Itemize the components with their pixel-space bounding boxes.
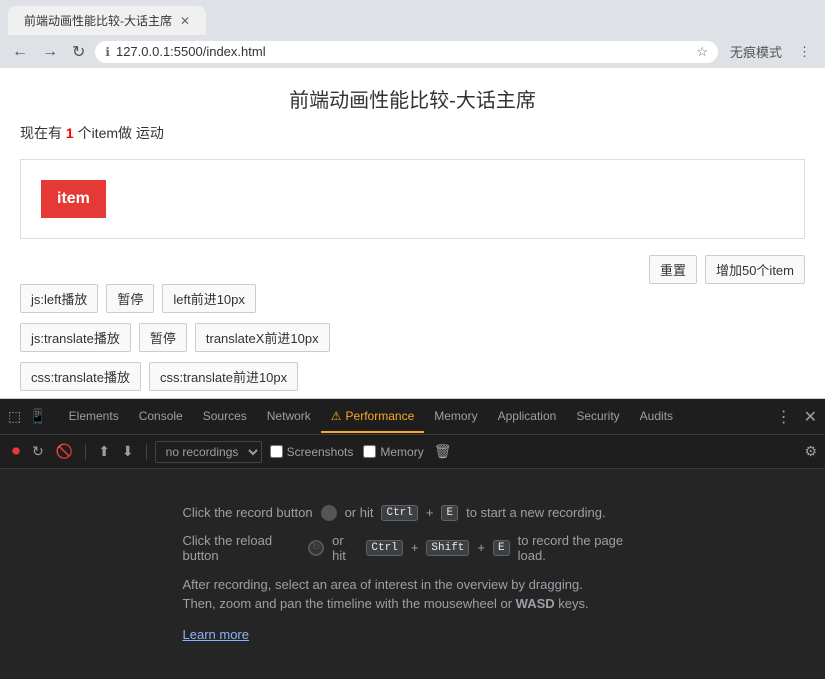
add-50-button[interactable]: 增加50个item bbox=[705, 255, 805, 284]
status-prefix: 现在有 bbox=[20, 125, 66, 141]
reload-circle-icon: ↻ bbox=[308, 540, 324, 556]
toolbar-separator bbox=[85, 444, 86, 460]
devtools-panel: ⬚ 📱 Elements Console Sources Network ⚠Pe… bbox=[0, 398, 825, 679]
browser-tab[interactable]: 前端动画性能比较-大话主席 ✕ bbox=[8, 6, 206, 35]
trash-button[interactable]: 🗑 bbox=[434, 443, 452, 460]
instruction-line-2: Click the reload button ↻ or hit Ctrl + … bbox=[183, 533, 643, 563]
js-translate-play-button[interactable]: js:translate播放 bbox=[20, 323, 131, 352]
ctrl-key2: Ctrl bbox=[366, 540, 402, 556]
item-container: item bbox=[20, 159, 805, 239]
screenshots-checkbox[interactable] bbox=[270, 445, 283, 458]
lock-icon: ℹ bbox=[105, 45, 110, 59]
performance-instructions: Click the record button or hit Ctrl + E … bbox=[163, 485, 663, 664]
browser-chrome: 前端动画性能比较-大话主席 ✕ ← → ↻ ℹ ☆ 无痕模式 ⋮ bbox=[0, 0, 825, 68]
reload-record-button[interactable]: ↻ bbox=[28, 440, 48, 463]
address-bar: ℹ ☆ bbox=[95, 41, 718, 63]
instruction-2-prefix: Click the reload button bbox=[183, 533, 301, 563]
devtools-mobile-toggle[interactable]: 📱 bbox=[25, 406, 50, 427]
back-button[interactable]: ← bbox=[8, 41, 32, 63]
content-area: 现在有 1 个item做 运动 item 重置 增加50个item js:lef… bbox=[0, 123, 825, 398]
shift-key: Shift bbox=[426, 540, 469, 556]
settings-button[interactable]: ⚙ bbox=[804, 443, 817, 460]
page-title: 前端动画性能比较-大话主席 bbox=[0, 68, 825, 123]
js-translate-row: js:translate播放 暂停 translateX前进10px bbox=[20, 323, 805, 352]
instruction-1-or: or hit bbox=[345, 505, 374, 520]
performance-main: Click the record button or hit Ctrl + E … bbox=[0, 469, 825, 679]
js-left-play-button[interactable]: js:left播放 bbox=[20, 284, 98, 313]
item-box: item bbox=[41, 180, 106, 218]
clear-button[interactable]: 🚫 bbox=[52, 440, 77, 463]
js-left-row: js:left播放 暂停 left前进10px bbox=[20, 284, 805, 313]
record-button[interactable]: ⏺ bbox=[8, 440, 24, 464]
pause1-button[interactable]: 暂停 bbox=[106, 284, 154, 313]
learn-more-link[interactable]: Learn more bbox=[183, 627, 249, 642]
devtools-icons: ⋮ ✕ bbox=[772, 405, 821, 429]
screenshots-checkbox-label[interactable]: Screenshots bbox=[270, 445, 354, 459]
tab-sources[interactable]: Sources bbox=[193, 401, 257, 433]
forward-button[interactable]: → bbox=[38, 41, 62, 63]
pause2-button[interactable]: 暂停 bbox=[139, 323, 187, 352]
tab-close-icon[interactable]: ✕ bbox=[180, 14, 190, 28]
devtools-tabs: ⬚ 📱 Elements Console Sources Network ⚠Pe… bbox=[0, 399, 825, 435]
css-translate-row: css:translate播放 css:translate前进10px bbox=[20, 362, 805, 391]
memory-checkbox[interactable] bbox=[363, 445, 376, 458]
css-translate-10px-button[interactable]: css:translate前进10px bbox=[149, 362, 298, 391]
record-tooltip-container: ⏺ Record Ctrl + E bbox=[8, 440, 24, 464]
devtools-more-button[interactable]: ⋮ bbox=[772, 405, 796, 429]
tab-elements[interactable]: Elements bbox=[59, 401, 129, 433]
status-bar: 现在有 1 个item做 运动 bbox=[20, 123, 805, 143]
instruction-2-or: or hit bbox=[332, 533, 358, 563]
refresh-button[interactable]: ↻ bbox=[68, 40, 89, 64]
tab-audits[interactable]: Audits bbox=[630, 401, 683, 433]
instruction-1-suffix: to start a new recording. bbox=[466, 505, 605, 520]
left-10px-button[interactable]: left前进10px bbox=[162, 284, 256, 313]
url-input[interactable] bbox=[116, 44, 690, 59]
menu-button[interactable]: ⋮ bbox=[792, 41, 817, 63]
incognito-button[interactable]: 无痕模式 bbox=[724, 39, 788, 64]
recordings-select[interactable]: no recordings bbox=[155, 441, 262, 463]
e-key2: E bbox=[493, 540, 510, 556]
css-translate-play-button[interactable]: css:translate播放 bbox=[20, 362, 141, 391]
bookmark-icon[interactable]: ☆ bbox=[696, 44, 708, 60]
controls: 重置 增加50个item js:left播放 暂停 left前进10px js:… bbox=[20, 255, 805, 391]
status-suffix: 个item做 运动 bbox=[74, 125, 164, 141]
devtools-close-button[interactable]: ✕ bbox=[800, 405, 821, 429]
wasd-text: WASD bbox=[516, 596, 555, 611]
toolbar-checkboxes: Screenshots Memory 🗑 bbox=[270, 443, 452, 460]
tab-application[interactable]: Application bbox=[488, 401, 567, 433]
main-content: 前端动画性能比较-大话主席 现在有 1 个item做 运动 item 重置 增加… bbox=[0, 68, 825, 398]
record-circle-icon bbox=[321, 505, 337, 521]
instruction-line-1: Click the record button or hit Ctrl + E … bbox=[183, 505, 643, 521]
tab-memory[interactable]: Memory bbox=[424, 401, 487, 433]
instruction-2-suffix: to record the page load. bbox=[518, 533, 643, 563]
performance-toolbar: ⏺ Record Ctrl + E ↻ 🚫 ⬆ ⬇ no recordings … bbox=[0, 435, 825, 469]
tab-security[interactable]: Security bbox=[566, 401, 629, 433]
ctrl-key: Ctrl bbox=[381, 505, 417, 521]
after-recording-text: After recording, select an area of inter… bbox=[183, 575, 643, 614]
toolbar-separator2 bbox=[146, 444, 147, 460]
save-profile-button[interactable]: ⬇ bbox=[118, 440, 138, 463]
devtools-element-picker[interactable]: ⬚ bbox=[4, 406, 25, 427]
load-profile-button[interactable]: ⬆ bbox=[94, 440, 114, 463]
item-count: 1 bbox=[66, 125, 74, 141]
memory-checkbox-label[interactable]: Memory bbox=[363, 445, 423, 459]
address-bar-row: ← → ↻ ℹ ☆ 无痕模式 ⋮ bbox=[0, 35, 825, 68]
instruction-1-prefix: Click the record button bbox=[183, 505, 313, 520]
tab-console[interactable]: Console bbox=[129, 401, 193, 433]
tab-network[interactable]: Network bbox=[257, 401, 321, 433]
e-key: E bbox=[441, 505, 458, 521]
tab-title: 前端动画性能比较-大话主席 bbox=[24, 12, 172, 29]
tab-bar: 前端动画性能比较-大话主席 ✕ bbox=[0, 0, 825, 35]
top-control-row: 重置 增加50个item bbox=[20, 255, 805, 284]
browser-actions: 无痕模式 ⋮ bbox=[724, 39, 817, 64]
tab-performance[interactable]: ⚠Performance bbox=[321, 401, 424, 433]
reset-button[interactable]: 重置 bbox=[649, 255, 697, 284]
translateX-10px-button[interactable]: translateX前进10px bbox=[195, 323, 330, 352]
